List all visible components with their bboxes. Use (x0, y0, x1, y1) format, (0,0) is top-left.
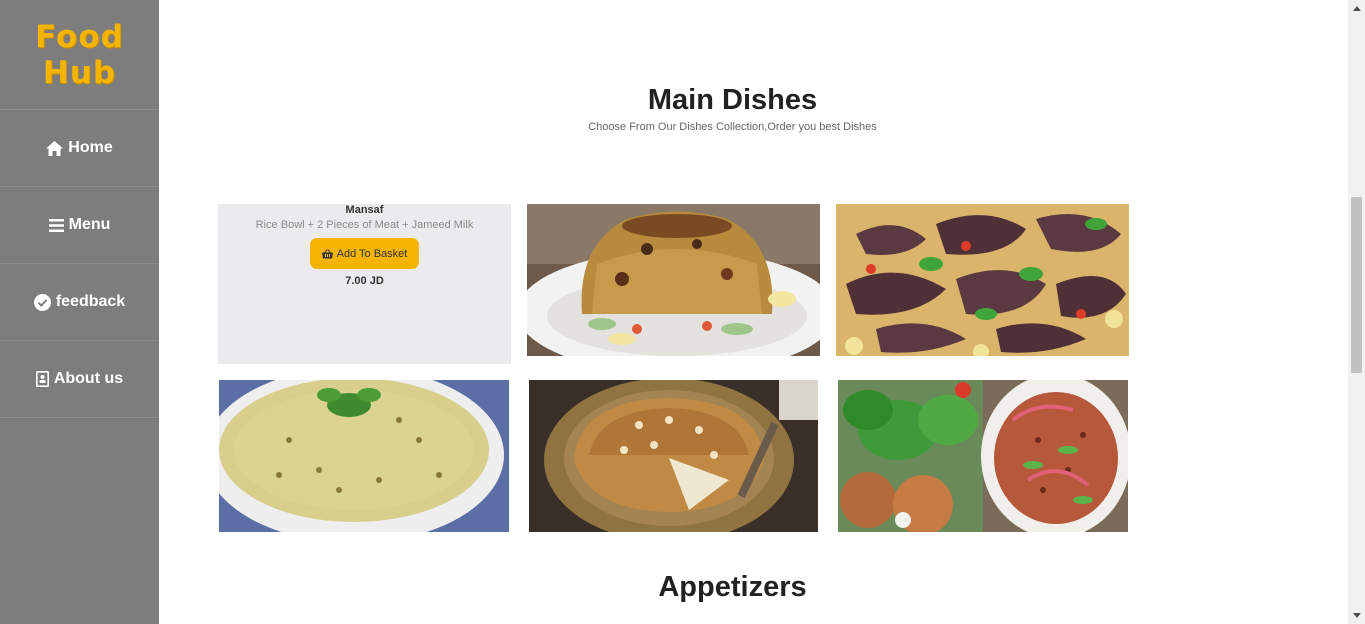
logo[interactable]: Food Hub (0, 0, 159, 110)
nav-about-label: About us (53, 370, 124, 387)
address-book-icon (35, 371, 49, 387)
bars-icon (48, 218, 64, 232)
mansaf-meat-image[interactable] (836, 204, 1129, 356)
logo-line-2: Hub (42, 54, 117, 91)
main-content: Main Dishes Choose From Our Dishes Colle… (159, 0, 1348, 624)
kofta-salad-image[interactable] (838, 380, 1128, 532)
nav-feedback-label: feedback (55, 293, 126, 310)
scroll-up-arrow-icon[interactable] (1348, 0, 1365, 17)
add-to-basket-button[interactable]: Add To Basket (310, 238, 419, 269)
nav-menu-label: Menu (68, 216, 111, 233)
logo-line-1: Food (35, 18, 124, 55)
home-icon (46, 140, 64, 156)
featured-dish-card: Mansaf Rice Bowl + 2 Pieces of Meat + Ja… (218, 204, 511, 364)
dish-price: 7.00 JD (345, 275, 384, 287)
main-dishes-subtitle: Choose From Our Dishes Collection,Order … (588, 121, 877, 133)
nav-home[interactable]: Home (0, 110, 159, 187)
check-circle-icon (33, 293, 51, 311)
nav-feedback[interactable]: feedback (0, 264, 159, 341)
pie-image[interactable] (529, 380, 818, 532)
sidebar: Food Hub Home Menu feedback About us (0, 0, 159, 624)
main-dishes-title: Main Dishes (647, 84, 818, 116)
add-to-basket-label: Add To Basket (336, 247, 408, 260)
vertical-scrollbar[interactable] (1348, 0, 1365, 624)
appetizers-title: Appetizers (658, 571, 807, 603)
scroll-down-arrow-icon[interactable] (1348, 607, 1365, 624)
nav-about[interactable]: About us (0, 341, 159, 418)
basket-icon (321, 248, 333, 259)
scroll-thumb[interactable] (1351, 197, 1362, 373)
nav-menu[interactable]: Menu (0, 187, 159, 264)
dish-description: Rice Bowl + 2 Pieces of Meat + Jameed Mi… (255, 219, 474, 231)
lentil-soup-image[interactable] (219, 380, 509, 532)
dish-name: Mansaf (345, 204, 384, 216)
maqluba-image[interactable] (527, 204, 820, 356)
nav-home-label: Home (68, 139, 113, 156)
